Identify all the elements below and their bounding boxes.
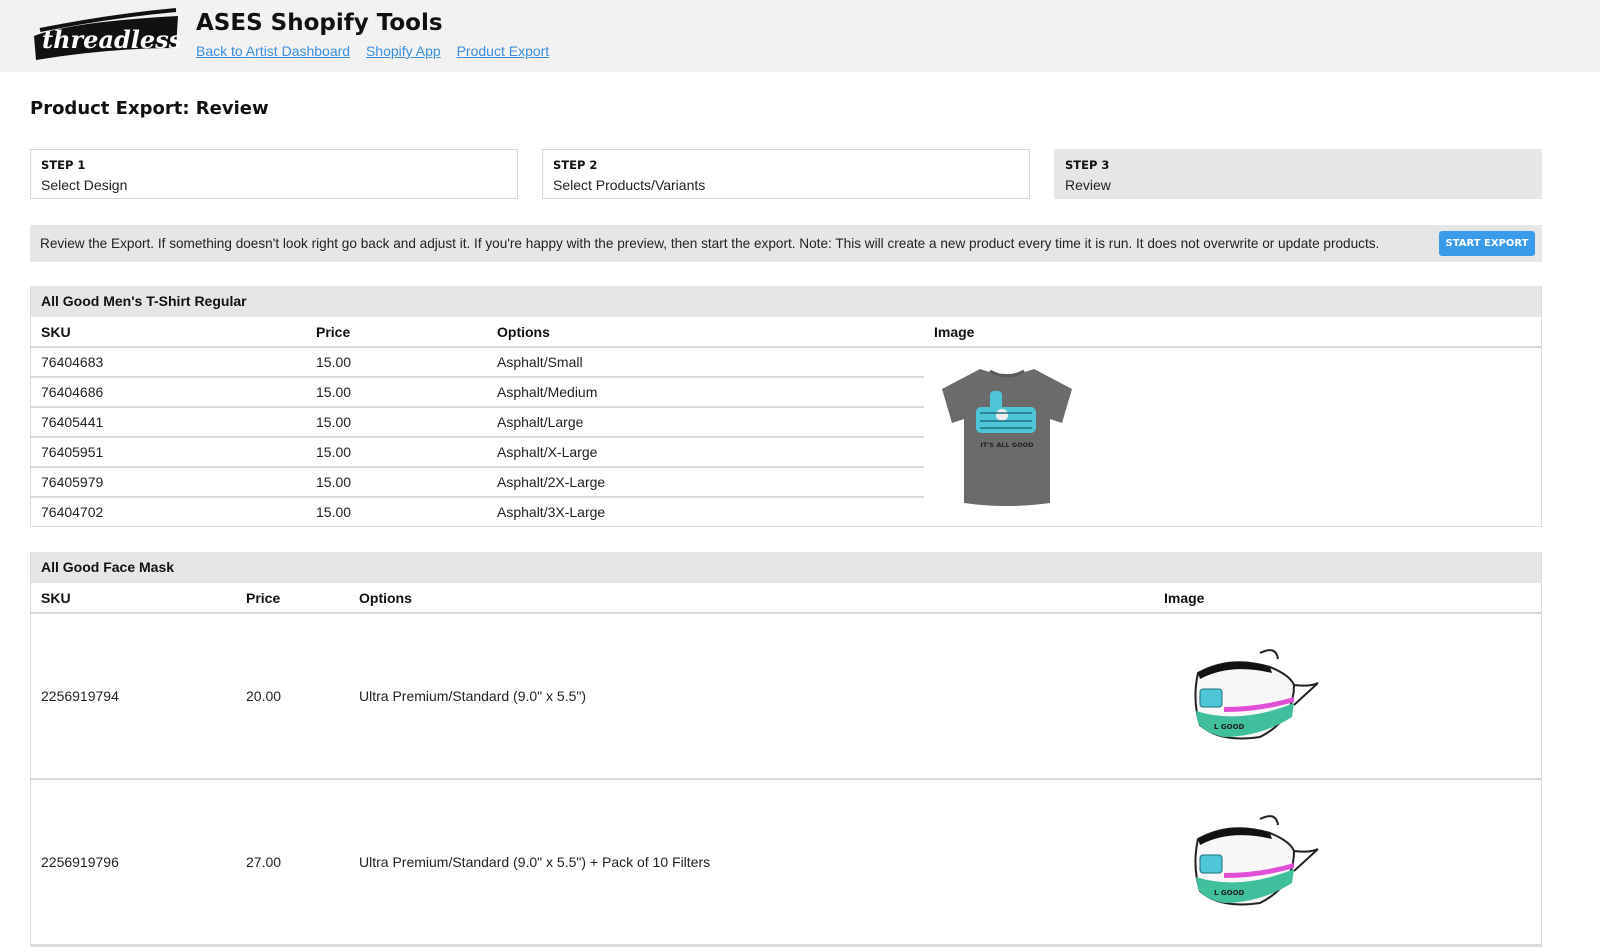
step-1-label: Select Design: [41, 177, 128, 193]
price-cell: 15.00: [306, 347, 487, 378]
options-cell: Ultra Premium/Standard (9.0" x 5.5") + P…: [349, 779, 1154, 946]
options-cell: Ultra Premium/Standard (9.0" x 5.5"): [349, 613, 1154, 780]
product-face-mask: All Good Face Mask SKU Price Options Ima…: [30, 552, 1542, 947]
sku-cell: 76405441: [31, 407, 306, 438]
options-cell: Asphalt/X-Large: [487, 437, 924, 468]
threadless-logo[interactable]: threadless: [30, 8, 180, 62]
face-mask-image: L GOOD: [1194, 814, 1319, 905]
sku-cell: 76404686: [31, 377, 306, 408]
page-title: Product Export: Review: [30, 98, 269, 119]
svg-text:L GOOD: L GOOD: [1214, 889, 1245, 897]
price-cell: 15.00: [316, 504, 352, 520]
app-title: ASES Shopify Tools: [196, 10, 443, 36]
notice-text: Review the Export. If something doesn't …: [40, 236, 1380, 251]
nav-link-artist-dashboard[interactable]: Back to Artist Dashboard: [196, 43, 350, 59]
variant-table: SKU Price Options Image 2256919794 20.00…: [31, 583, 1541, 946]
table-row: 2256919794 20.00 Ultra Premium/Standard …: [31, 613, 1541, 780]
start-export-button[interactable]: START EXPORT: [1439, 231, 1535, 256]
options-cell: Asphalt/Large: [487, 407, 924, 438]
sku-cell: 76405979: [31, 467, 306, 498]
options-cell: Asphalt/2X-Large: [487, 467, 924, 498]
step-3[interactable]: STEP 3 Review: [1054, 149, 1542, 199]
col-options: Options: [349, 583, 1154, 614]
col-price: Price: [236, 583, 349, 614]
image-cell: L GOOD: [1154, 779, 1541, 946]
price-cell: 27.00: [236, 779, 349, 946]
table-row: 2256919796 27.00 Ultra Premium/Standard …: [31, 779, 1541, 946]
sku-cell: 76404683: [31, 347, 306, 378]
sku-cell: 2256919794: [31, 613, 236, 780]
step-2-label: Select Products/Variants: [553, 177, 706, 193]
image-cell: L GOOD: [1154, 613, 1541, 780]
sku-cell: 2256919796: [31, 779, 236, 946]
col-options: Options: [487, 317, 924, 348]
price-cell: 20.00: [236, 613, 349, 780]
step-3-label: Review: [1065, 177, 1111, 193]
options-cell: Asphalt/3X-Large: [497, 504, 606, 520]
variant-table: SKU Price Options Image 76404683 15.00 A…: [31, 317, 1541, 526]
col-price: Price: [306, 317, 487, 348]
step-2-key: STEP 2: [553, 158, 598, 172]
sku-cell: 76404702: [41, 504, 104, 520]
step-1[interactable]: STEP 1 Select Design: [30, 149, 518, 199]
product-tshirt: All Good Men's T-Shirt Regular SKU Price…: [30, 286, 1542, 527]
col-sku: SKU: [31, 317, 306, 348]
product-title: All Good Men's T-Shirt Regular: [31, 286, 1541, 317]
tshirt-thumbs-up-image: IT'S ALL GOOD: [942, 368, 1072, 506]
svg-text:threadless: threadless: [42, 25, 180, 54]
top-header: threadless ASES Shopify Tools Back to Ar…: [0, 0, 1600, 72]
svg-text:IT'S ALL GOOD: IT'S ALL GOOD: [980, 441, 1034, 449]
price-cell: 15.00: [306, 467, 487, 498]
face-mask-image: L GOOD: [1194, 648, 1319, 739]
nav-link-product-export[interactable]: Product Export: [457, 43, 550, 59]
nav-link-shopify-app[interactable]: Shopify App: [366, 43, 441, 59]
price-cell: 15.00: [306, 437, 487, 468]
step-1-key: STEP 1: [41, 158, 86, 172]
col-sku: SKU: [31, 583, 236, 614]
table-row: 76404683 15.00 Asphalt/Small IT'S ALL GO…: [31, 347, 1541, 506]
review-notice: Review the Export. If something doesn't …: [30, 225, 1542, 262]
options-cell: Asphalt/Small: [487, 347, 924, 378]
options-cell: Asphalt/Medium: [487, 377, 924, 408]
step-3-key: STEP 3: [1065, 158, 1110, 172]
price-cell: 15.00: [306, 377, 487, 408]
product-title: All Good Face Mask: [31, 552, 1541, 583]
svg-text:L GOOD: L GOOD: [1214, 723, 1245, 731]
image-cell: IT'S ALL GOOD: [924, 347, 1541, 526]
col-image: Image: [1154, 583, 1541, 614]
price-cell: 15.00: [306, 407, 487, 438]
col-image: Image: [924, 317, 1541, 348]
step-2[interactable]: STEP 2 Select Products/Variants: [542, 149, 1030, 199]
header-nav: Back to Artist Dashboard Shopify App Pro…: [196, 43, 561, 59]
sku-cell: 76405951: [31, 437, 306, 468]
